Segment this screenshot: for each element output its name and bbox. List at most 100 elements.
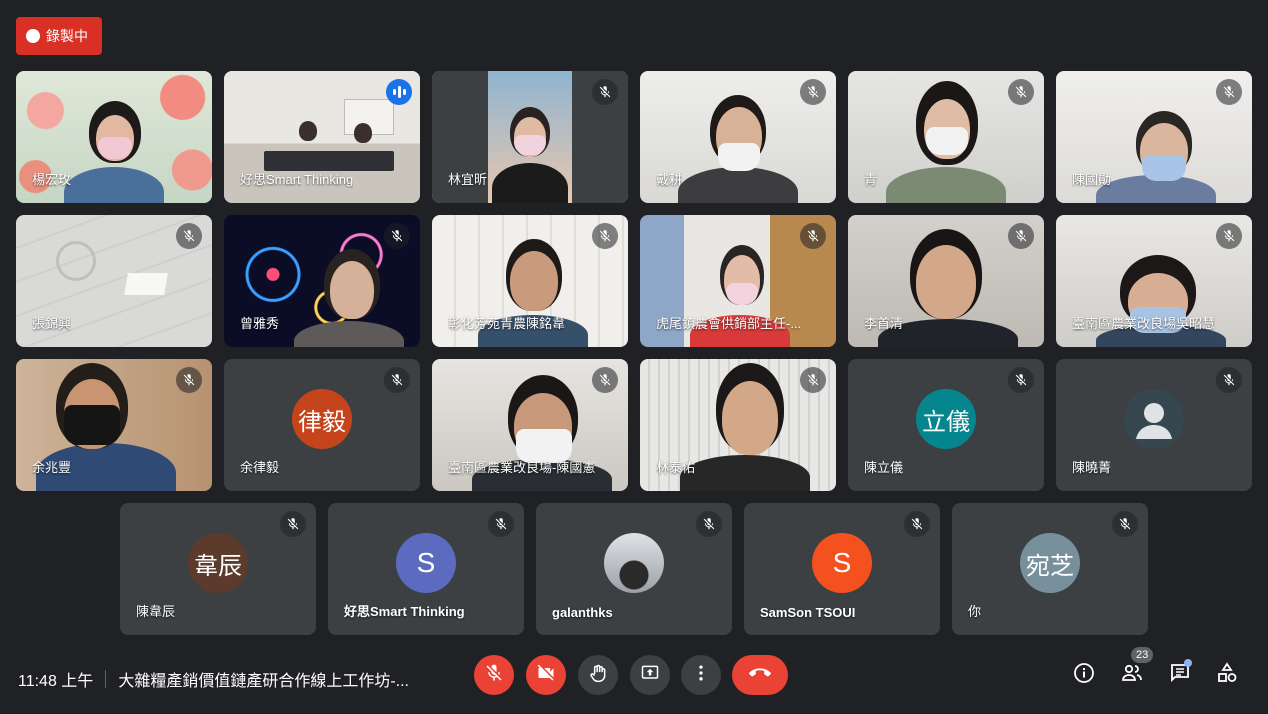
avatar: 立儀 (916, 389, 976, 449)
participant-name: 李首清 (864, 316, 904, 331)
participant-tile[interactable]: 青 (848, 71, 1044, 203)
participant-name: 陳韋辰 (136, 604, 176, 619)
mic-off-icon (176, 367, 202, 393)
participant-tile[interactable]: 張錦興 (16, 215, 212, 347)
participant-name: 臺南區農業改良場吳昭慧 (1072, 316, 1216, 331)
participant-tile[interactable]: 曾雅秀 (224, 215, 420, 347)
participant-tile[interactable]: galanthks (536, 503, 732, 635)
mic-off-icon (800, 79, 826, 105)
participant-tile[interactable]: 李首清 (848, 215, 1044, 347)
present-icon (640, 663, 660, 688)
participant-tile[interactable]: 楊宏玫 (16, 71, 212, 203)
participant-name: SamSon TSOUI (760, 605, 856, 620)
mic-off-icon (1216, 79, 1242, 105)
speaking-indicator-icon (386, 79, 412, 105)
avatar: S (812, 533, 872, 593)
participant-count-badge: 23 (1131, 647, 1154, 663)
participant-name: 虎尾鎮農會供銷部主任-... (656, 316, 802, 331)
avatar: 律毅 (292, 389, 352, 449)
participant-name: 陳國勛 (1072, 172, 1112, 187)
mic-off-icon (800, 367, 826, 393)
mic-off-icon (1216, 223, 1242, 249)
avatar: 宛芝 (1020, 533, 1080, 593)
participant-tile-active-speaker[interactable]: 好思Smart Thinking (224, 71, 420, 203)
mic-off-icon (1008, 79, 1034, 105)
clock-time: 11:48 上午 (18, 673, 94, 690)
recording-badge: 錄製中 (16, 17, 102, 55)
camera-toggle-button[interactable] (526, 655, 566, 695)
mic-off-icon (1112, 511, 1138, 537)
people-button[interactable] (1118, 661, 1146, 689)
participant-tile-self[interactable]: 宛芝 你 (952, 503, 1148, 635)
participant-name: 青 (864, 172, 878, 187)
more-options-button[interactable] (681, 655, 721, 695)
participant-tile[interactable]: 彰化芳苑青農陳銘韋 (432, 215, 628, 347)
participant-tile[interactable]: S SamSon TSOUI (744, 503, 940, 635)
participant-name: 戴耕 (656, 172, 683, 187)
participant-name: 林宜昕 (448, 172, 488, 187)
participant-name: 余律毅 (240, 460, 280, 475)
participant-name: 張錦興 (32, 316, 72, 331)
participant-tile[interactable]: 虎尾鎮農會供銷部主任-... (640, 215, 836, 347)
hand-icon (588, 663, 608, 688)
participant-name: 陳曉菁 (1072, 460, 1112, 475)
participant-tile[interactable]: 陳國勛 (1056, 71, 1252, 203)
participant-name: galanthks (552, 605, 613, 620)
divider (105, 670, 107, 688)
participant-tile[interactable]: 陳曉菁 (1056, 359, 1252, 491)
mic-off-icon (484, 663, 504, 688)
mic-off-icon (1008, 367, 1034, 393)
participant-tile[interactable]: 立儀 陳立儀 (848, 359, 1044, 491)
mic-off-icon (176, 223, 202, 249)
people-icon (1120, 661, 1144, 690)
mic-off-icon (592, 223, 618, 249)
participant-tile[interactable]: 韋辰 陳韋辰 (120, 503, 316, 635)
participant-name: 曾雅秀 (240, 316, 280, 331)
meeting-info: 11:48 上午 大雜糧產銷價值鏈產研合作線上工作坊-... (18, 667, 409, 691)
more-vert-icon (691, 663, 711, 688)
mic-off-icon (384, 367, 410, 393)
meeting-title[interactable]: 大雜糧產銷價值鏈產研合作線上工作坊-... (118, 667, 409, 691)
participant-name: 余兆豐 (32, 460, 72, 475)
participant-name: 林泰佑 (656, 460, 696, 475)
mic-off-icon (1008, 223, 1034, 249)
mic-off-icon (384, 223, 410, 249)
shapes-icon (1215, 661, 1239, 690)
unread-indicator (1184, 659, 1192, 667)
call-end-icon (748, 662, 771, 689)
mic-off-icon (800, 223, 826, 249)
participant-tile[interactable]: 戴耕 (640, 71, 836, 203)
participant-name: 好思Smart Thinking (344, 604, 465, 619)
participant-tile[interactable]: 律毅 余律毅 (224, 359, 420, 491)
activities-button[interactable] (1213, 661, 1241, 689)
participant-name: 好思Smart Thinking (240, 172, 354, 187)
participant-tile[interactable]: 余兆豐 (16, 359, 212, 491)
leave-call-button[interactable] (732, 655, 788, 695)
mic-off-icon (280, 511, 306, 537)
profile-photo (604, 533, 664, 593)
avatar: S (396, 533, 456, 593)
mic-off-icon (592, 79, 618, 105)
participant-tile[interactable]: 臺南區農業改良場吳昭慧 (1056, 215, 1252, 347)
mic-off-icon (904, 511, 930, 537)
participant-tile[interactable]: S 好思Smart Thinking (328, 503, 524, 635)
avatar: 韋辰 (188, 533, 248, 593)
camera-off-icon (536, 663, 556, 688)
participant-name: 彰化芳苑青農陳銘韋 (448, 316, 566, 331)
record-dot-icon (26, 29, 40, 43)
recording-label: 錄製中 (46, 28, 88, 44)
participant-name: 陳立儀 (864, 460, 904, 475)
participant-name: 臺南區農業改良場-陳國憲 (448, 460, 596, 475)
default-person-avatar-icon (1124, 389, 1184, 449)
mic-off-icon (488, 511, 514, 537)
participant-tile[interactable]: 林泰佑 (640, 359, 836, 491)
mic-toggle-button[interactable] (474, 655, 514, 695)
participant-tile[interactable]: 臺南區農業改良場-陳國憲 (432, 359, 628, 491)
participant-name: 楊宏玫 (32, 172, 72, 187)
present-screen-button[interactable] (630, 655, 670, 695)
mic-off-icon (696, 511, 722, 537)
participant-tile[interactable]: 林宜昕 (432, 71, 628, 203)
participant-name: 你 (968, 604, 982, 619)
raise-hand-button[interactable] (578, 655, 618, 695)
meeting-details-button[interactable] (1070, 661, 1098, 689)
